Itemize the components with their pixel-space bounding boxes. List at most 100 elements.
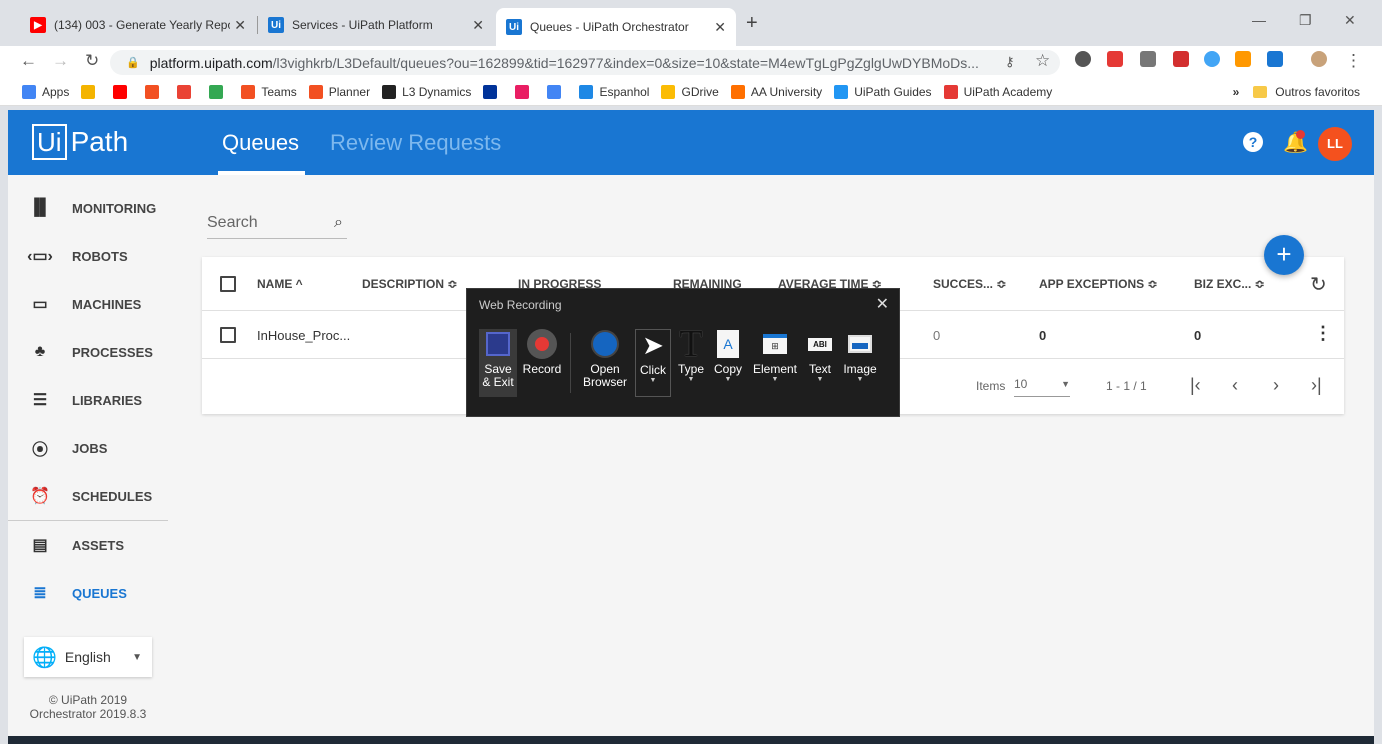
cloud-icon[interactable] (1204, 51, 1220, 67)
sidebar-divider (8, 520, 168, 521)
close-icon[interactable]: ✕ (876, 294, 889, 314)
column-app-exceptions[interactable]: APP EXCEPTIONS ≎ (1039, 277, 1158, 291)
record-button[interactable]: Record (522, 329, 562, 397)
sidebar-item-queues[interactable]: ≣ QUEUES (8, 573, 168, 613)
bookmark[interactable] (177, 84, 197, 99)
language-select[interactable]: 🌐 English ▼ (24, 637, 152, 677)
monitoring-icon: ▐▌ (28, 199, 52, 216)
minimize-icon[interactable]: — (1252, 12, 1266, 28)
key-icon[interactable]: ⚷ (1005, 54, 1015, 70)
extension-icon[interactable] (1140, 51, 1156, 67)
uipath-icon: Ui (268, 17, 284, 33)
refresh-icon[interactable]: ↻ (1310, 272, 1327, 297)
row-more-icon[interactable]: ⋮ (1314, 323, 1332, 344)
restore-icon[interactable]: ❐ (1299, 12, 1312, 29)
browser-tab-services[interactable]: Ui Services - UiPath Platform ✕ (258, 8, 494, 42)
bookmark[interactable] (145, 84, 165, 99)
globe-icon: 🌐 (32, 646, 57, 669)
column-successful[interactable]: SUCCES... ≎ (933, 277, 1006, 291)
copy-button[interactable]: A Copy ▼ (711, 329, 745, 397)
other-bookmarks[interactable]: » Outros favoritos (1233, 78, 1360, 106)
new-tab-button[interactable]: + (746, 12, 758, 35)
help-icon[interactable]: ? (1243, 132, 1263, 152)
bookmark[interactable] (515, 84, 535, 99)
type-t-icon: T (679, 322, 703, 365)
browser-tab-queues[interactable]: Ui Queues - UiPath Orchestrator ✕ (496, 8, 736, 46)
add-queue-button[interactable]: + (1264, 235, 1304, 275)
text-button[interactable]: ABI Text ▼ (805, 329, 835, 397)
bookmark[interactable] (209, 84, 229, 99)
avatar[interactable]: LL (1318, 127, 1352, 161)
search-icon[interactable]: ⌕ (334, 214, 343, 232)
sidebar-item-libraries[interactable]: ☰ LIBRARIES (8, 380, 168, 420)
bookmark-teams[interactable]: Teams (241, 84, 297, 99)
open-browser-button[interactable]: Open Browser (579, 329, 631, 397)
close-tab-icon[interactable]: ✕ (472, 17, 484, 34)
successful-cell: 0 (933, 328, 941, 343)
close-tab-icon[interactable]: ✕ (714, 19, 726, 36)
sidebar-item-machines[interactable]: ▭ MACHINES (8, 284, 168, 324)
reload-icon[interactable]: ↻ (85, 51, 99, 71)
uipath-extension-icon[interactable] (1267, 51, 1283, 67)
select-all-checkbox[interactable] (220, 276, 236, 292)
page-size-select[interactable]: 10 ▼ (1014, 377, 1070, 397)
sidebar-item-robots[interactable]: ‹▭› ROBOTS (8, 236, 168, 276)
menu-icon[interactable]: ⋮ (1345, 51, 1362, 71)
element-button[interactable]: ⊞ Element ▼ (751, 329, 799, 397)
bookmark-uipath-academy[interactable]: UiPath Academy (943, 84, 1052, 99)
extension-icon[interactable] (1235, 51, 1251, 67)
close-tab-icon[interactable]: ✕ (234, 17, 246, 34)
bookmark-icon (515, 84, 530, 99)
bookmark-star-icon[interactable]: ☆ (1035, 51, 1050, 71)
tab-queues[interactable]: Queues (222, 130, 299, 156)
maps-icon (209, 84, 224, 99)
sidebar-item-jobs[interactable]: ⦿ JOBS (8, 428, 168, 468)
bookmark[interactable] (547, 84, 567, 99)
back-icon[interactable]: ← (20, 51, 37, 71)
bookmark[interactable] (113, 84, 133, 99)
save-exit-button[interactable]: Save & Exit (479, 329, 517, 397)
first-page-icon[interactable]: |‹ (1190, 375, 1201, 396)
next-page-icon[interactable]: › (1273, 375, 1279, 396)
sidebar-item-processes[interactable]: ♣ PROCESSES (8, 332, 168, 372)
uipath-logo[interactable]: Ui Path (32, 124, 128, 160)
bookmark-aa-university[interactable]: AA University (730, 84, 822, 99)
bookmark-gdrive[interactable]: GDrive (661, 84, 719, 99)
column-biz-exceptions[interactable]: BIZ EXC... ≎ (1194, 277, 1265, 291)
search-input[interactable]: Search ⌕ (207, 207, 347, 239)
click-button[interactable]: ➤ Click ▼ (635, 329, 671, 397)
window-close-icon[interactable]: ✕ (1344, 12, 1356, 29)
bookmark[interactable] (81, 84, 101, 99)
browser-tab-youtube[interactable]: ▶ (134) 003 - Generate Yearly Repo ✕ (20, 8, 256, 42)
forward-icon[interactable]: → (52, 51, 69, 71)
bookmark-apps[interactable]: Apps (22, 84, 70, 99)
column-description[interactable]: DESCRIPTION ≎ (362, 277, 457, 291)
bookmarks-overflow[interactable]: » (1233, 85, 1240, 99)
prev-page-icon[interactable]: ‹ (1232, 375, 1238, 396)
sidebar: ▐▌ MONITORING ‹▭› ROBOTS ▭ MACHINES ♣ PROCES… (8, 175, 168, 736)
bookmark-label: Apps (42, 84, 70, 99)
tab-review-requests[interactable]: Review Requests (330, 130, 501, 156)
pdf-icon[interactable] (1173, 51, 1189, 67)
image-button[interactable]: Image ▼ (840, 329, 880, 397)
bookmark[interactable] (483, 84, 503, 99)
type-button[interactable]: T Type ▼ (675, 322, 707, 397)
bookmark-planner[interactable]: Planner (308, 84, 370, 99)
drive-icon (661, 84, 676, 99)
extension-icon[interactable] (1075, 51, 1091, 67)
row-checkbox[interactable] (220, 327, 236, 343)
url-field[interactable]: 🔒 platform.uipath.com/l3vighkrb/L3Defaul… (110, 50, 1060, 75)
pocket-icon[interactable] (1107, 51, 1123, 67)
bookmark-uipath-guides[interactable]: UiPath Guides (834, 84, 932, 99)
play-circle-icon: ⦿ (31, 442, 48, 459)
bookmark-espanhol[interactable]: Espanhol (579, 84, 649, 99)
sidebar-item-schedules[interactable]: ⏰ SCHEDULES (8, 476, 168, 516)
bookmark-l3-dynamics[interactable]: L3 Dynamics (382, 84, 471, 99)
column-name[interactable]: NAME ^ (257, 277, 303, 291)
last-page-icon[interactable]: ›| (1311, 375, 1322, 396)
sidebar-item-assets[interactable]: ▤ ASSETS (8, 525, 168, 565)
sidebar-item-monitoring[interactable]: ▐▌ MONITORING (8, 188, 168, 228)
queue-name-cell[interactable]: InHouse_Proc... (257, 328, 350, 343)
profile-icon[interactable] (1311, 51, 1327, 67)
button-label: Record (522, 362, 562, 376)
